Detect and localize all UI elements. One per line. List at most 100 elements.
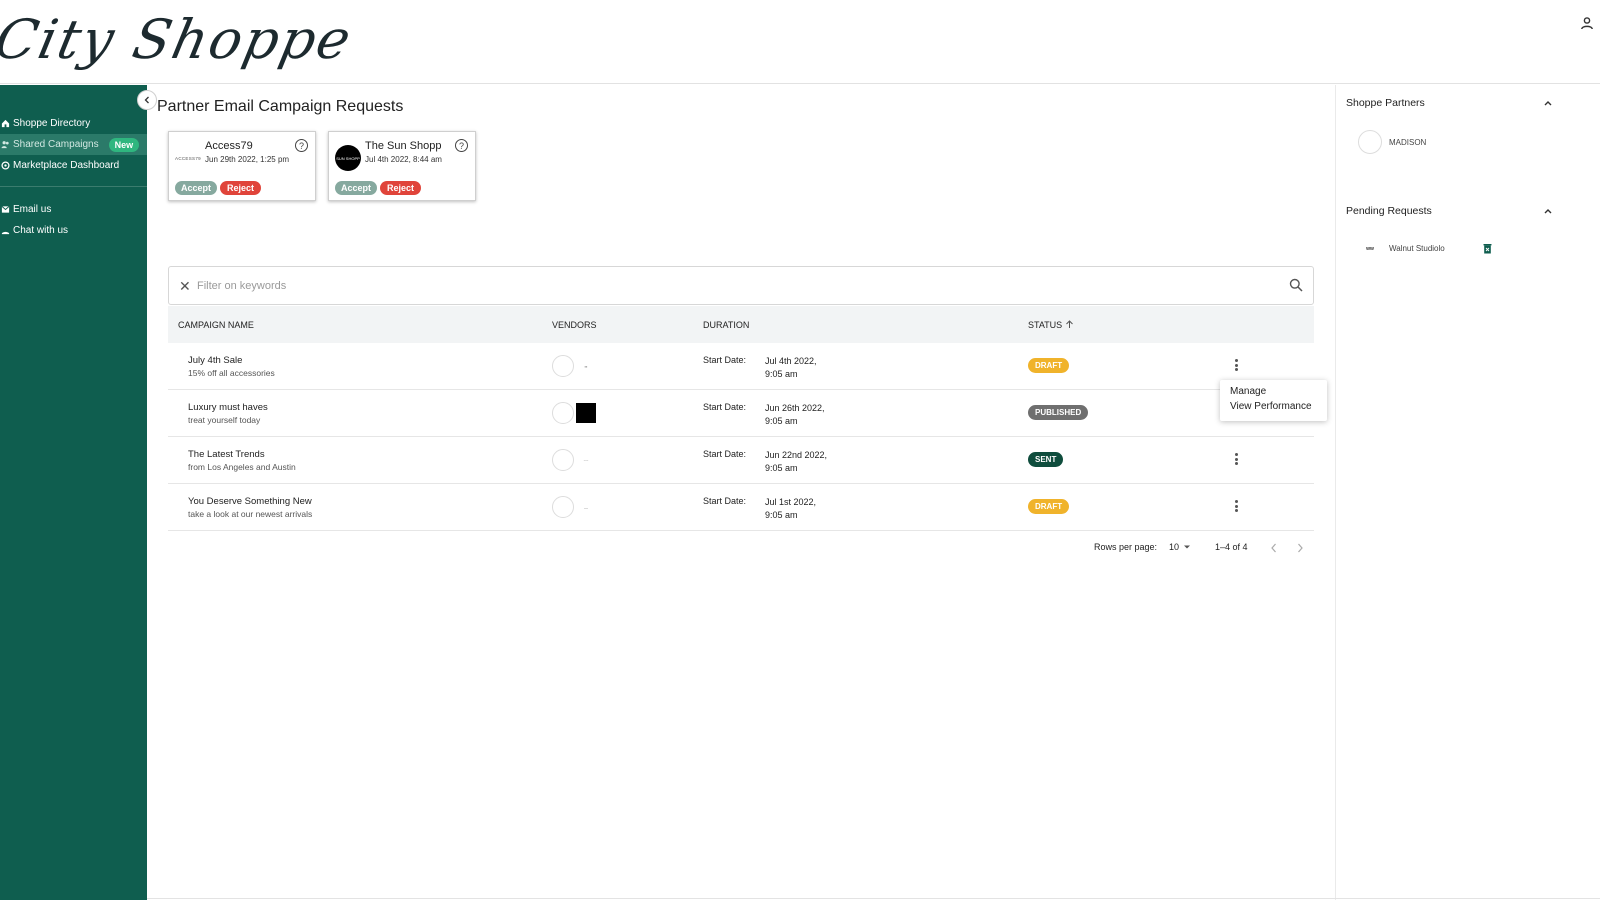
chevron-up-icon[interactable]	[1543, 98, 1553, 108]
shoppe-partners-title: Shoppe Partners	[1346, 97, 1425, 109]
campaign-table: CAMPAIGN NAME VENDORS DURATION STATUS Ju…	[168, 306, 1314, 531]
people-icon	[0, 140, 10, 150]
header-vendors[interactable]: VENDORS	[552, 320, 597, 330]
clear-filter-icon[interactable]: ✕	[179, 278, 191, 295]
menu-item-manage[interactable]: Manage	[1220, 386, 1327, 401]
table-row[interactable]: The Latest Trends from Los Angeles and A…	[168, 437, 1314, 484]
header-campaign-name[interactable]: CAMPAIGN NAME	[178, 320, 254, 330]
partner-name: MADISON	[1389, 137, 1427, 147]
vendor-logos: —	[552, 496, 596, 518]
request-partner-name: Access79	[205, 140, 253, 152]
start-date-label: Start Date:	[703, 449, 747, 459]
request-card: SUN SHOPP The Sun Shopp Jul 4th 2022, 8:…	[328, 131, 476, 201]
status-badge: SENT	[1028, 452, 1064, 467]
sidebar-item-shared-campaigns[interactable]: Shared Campaigns New	[0, 134, 147, 155]
vendor-logos	[552, 402, 596, 424]
search-icon[interactable]	[1289, 278, 1303, 292]
accept-button[interactable]: Accept	[175, 181, 218, 195]
pagination-range: 1–4 of 4	[1215, 542, 1248, 552]
right-panel: Shoppe Partners MADISON Pending Requests…	[1335, 85, 1600, 900]
table-row[interactable]: July 4th Sale 15% off all accessories ▪▪…	[168, 343, 1314, 390]
request-partner-name: The Sun Shopp	[365, 140, 442, 152]
reject-button[interactable]: Reject	[380, 181, 422, 195]
request-card: ACCESS79 Access79 Jun 29th 2022, 1:25 pm…	[168, 131, 316, 201]
sidebar-item-email-us[interactable]: Email us	[0, 199, 147, 220]
dashboard-icon	[0, 161, 10, 171]
page-title: Partner Email Campaign Requests	[157, 98, 404, 115]
campaign-name: You Deserve Something New	[188, 496, 312, 507]
user-icon[interactable]	[1580, 16, 1594, 30]
start-date-value: Jul 1st 2022, 9:05 am	[765, 497, 817, 520]
brand-logo[interactable]: City Shoppe	[0, 0, 360, 80]
prev-page-icon[interactable]	[1270, 543, 1278, 553]
table-header: CAMPAIGN NAME VENDORS DURATION STATUS	[168, 306, 1314, 343]
rows-per-page-label: Rows per page:	[1094, 542, 1158, 552]
filter-input[interactable]	[197, 277, 1277, 295]
campaign-subtitle: take a look at our newest arrivals	[188, 509, 313, 519]
vendor-logo: ~~	[583, 457, 589, 463]
campaign-name: July 4th Sale	[188, 355, 243, 366]
vendor-logo: ▪▪	[584, 363, 588, 369]
app-header: City Shoppe	[0, 0, 1600, 84]
sidebar-item-marketplace-dashboard[interactable]: Marketplace Dashboard	[0, 155, 147, 176]
new-badge: New	[108, 137, 140, 152]
partner-logo-text: ACCESS79	[175, 155, 201, 161]
collapse-sidebar-button[interactable]	[137, 90, 157, 110]
partner-item[interactable]: MADISON	[1358, 130, 1426, 154]
menu-item-view-performance[interactable]: View Performance	[1220, 401, 1327, 416]
rows-per-page-value: 10	[1169, 542, 1180, 552]
sidebar: Shoppe Directory Shared Campaigns New Ma…	[0, 85, 147, 900]
footer-divider	[147, 898, 1600, 899]
campaign-subtitle: treat yourself today	[188, 415, 261, 425]
start-date-value: Jun 26th 2022, 9:05 am	[765, 403, 825, 426]
vendor-logos: ▪▪	[552, 355, 596, 377]
request-date: Jun 29th 2022, 1:25 pm	[205, 155, 290, 164]
chevron-left-icon	[144, 96, 149, 104]
help-icon[interactable]: ?	[295, 139, 308, 152]
more-options-icon[interactable]	[1231, 357, 1241, 373]
rows-per-page-select[interactable]: 10	[1169, 542, 1191, 552]
pending-logo: ww	[1366, 245, 1374, 252]
sidebar-item-shoppe-directory[interactable]: Shoppe Directory	[0, 113, 147, 134]
vendor-logo	[552, 402, 574, 424]
campaign-subtitle: 15% off all accessories	[188, 368, 275, 378]
table-row[interactable]: Luxury must haves treat yourself today S…	[168, 390, 1314, 437]
sidebar-item-label: Email us	[13, 204, 52, 215]
pending-item[interactable]: ww Walnut Studiolo	[1358, 243, 1492, 254]
start-date-value: Jun 22nd 2022, 9:05 am	[765, 450, 828, 473]
more-options-icon[interactable]	[1231, 451, 1241, 467]
header-duration[interactable]: DURATION	[703, 320, 749, 330]
reject-button[interactable]: Reject	[220, 181, 262, 195]
header-status-label: STATUS	[1028, 319, 1063, 330]
sidebar-item-label: Shared Campaigns	[13, 139, 99, 150]
start-date-label: Start Date:	[703, 402, 747, 412]
sort-arrow-up-icon	[1066, 320, 1074, 328]
partner-logo: SUN SHOPP	[335, 145, 361, 171]
help-icon[interactable]: ?	[455, 139, 468, 152]
vendor-logo: —	[584, 504, 588, 510]
sidebar-item-label: Chat with us	[13, 225, 69, 236]
header-status[interactable]: STATUS	[1028, 320, 1074, 330]
start-date-label: Start Date:	[703, 355, 747, 365]
next-page-icon[interactable]	[1296, 543, 1304, 553]
caret-down-icon	[1184, 545, 1191, 549]
start-date-value: Jul 4th 2022, 9:05 am	[765, 356, 817, 379]
vendor-logo	[552, 496, 574, 518]
pending-requests-title: Pending Requests	[1346, 205, 1432, 217]
accept-button[interactable]: Accept	[335, 181, 378, 195]
sidebar-nav: Shoppe Directory Shared Campaigns New Ma…	[0, 113, 147, 241]
trash-icon[interactable]	[1483, 243, 1492, 254]
partner-logo-text: SUN SHOPP	[335, 145, 361, 171]
more-options-icon[interactable]	[1231, 498, 1241, 514]
chevron-up-icon[interactable]	[1543, 206, 1553, 216]
vendor-logos: ~~	[552, 449, 596, 471]
table-row[interactable]: You Deserve Something New take a look at…	[168, 484, 1314, 531]
campaign-name: Luxury must haves	[188, 402, 268, 413]
pending-name: Walnut Studiolo	[1389, 244, 1445, 253]
campaign-name: The Latest Trends	[188, 449, 265, 460]
status-badge: DRAFT	[1028, 358, 1070, 373]
sidebar-item-chat-with-us[interactable]: Chat with us	[0, 220, 147, 241]
start-date-label: Start Date:	[703, 496, 747, 506]
status-badge: PUBLISHED	[1028, 405, 1089, 420]
email-icon	[0, 205, 10, 215]
